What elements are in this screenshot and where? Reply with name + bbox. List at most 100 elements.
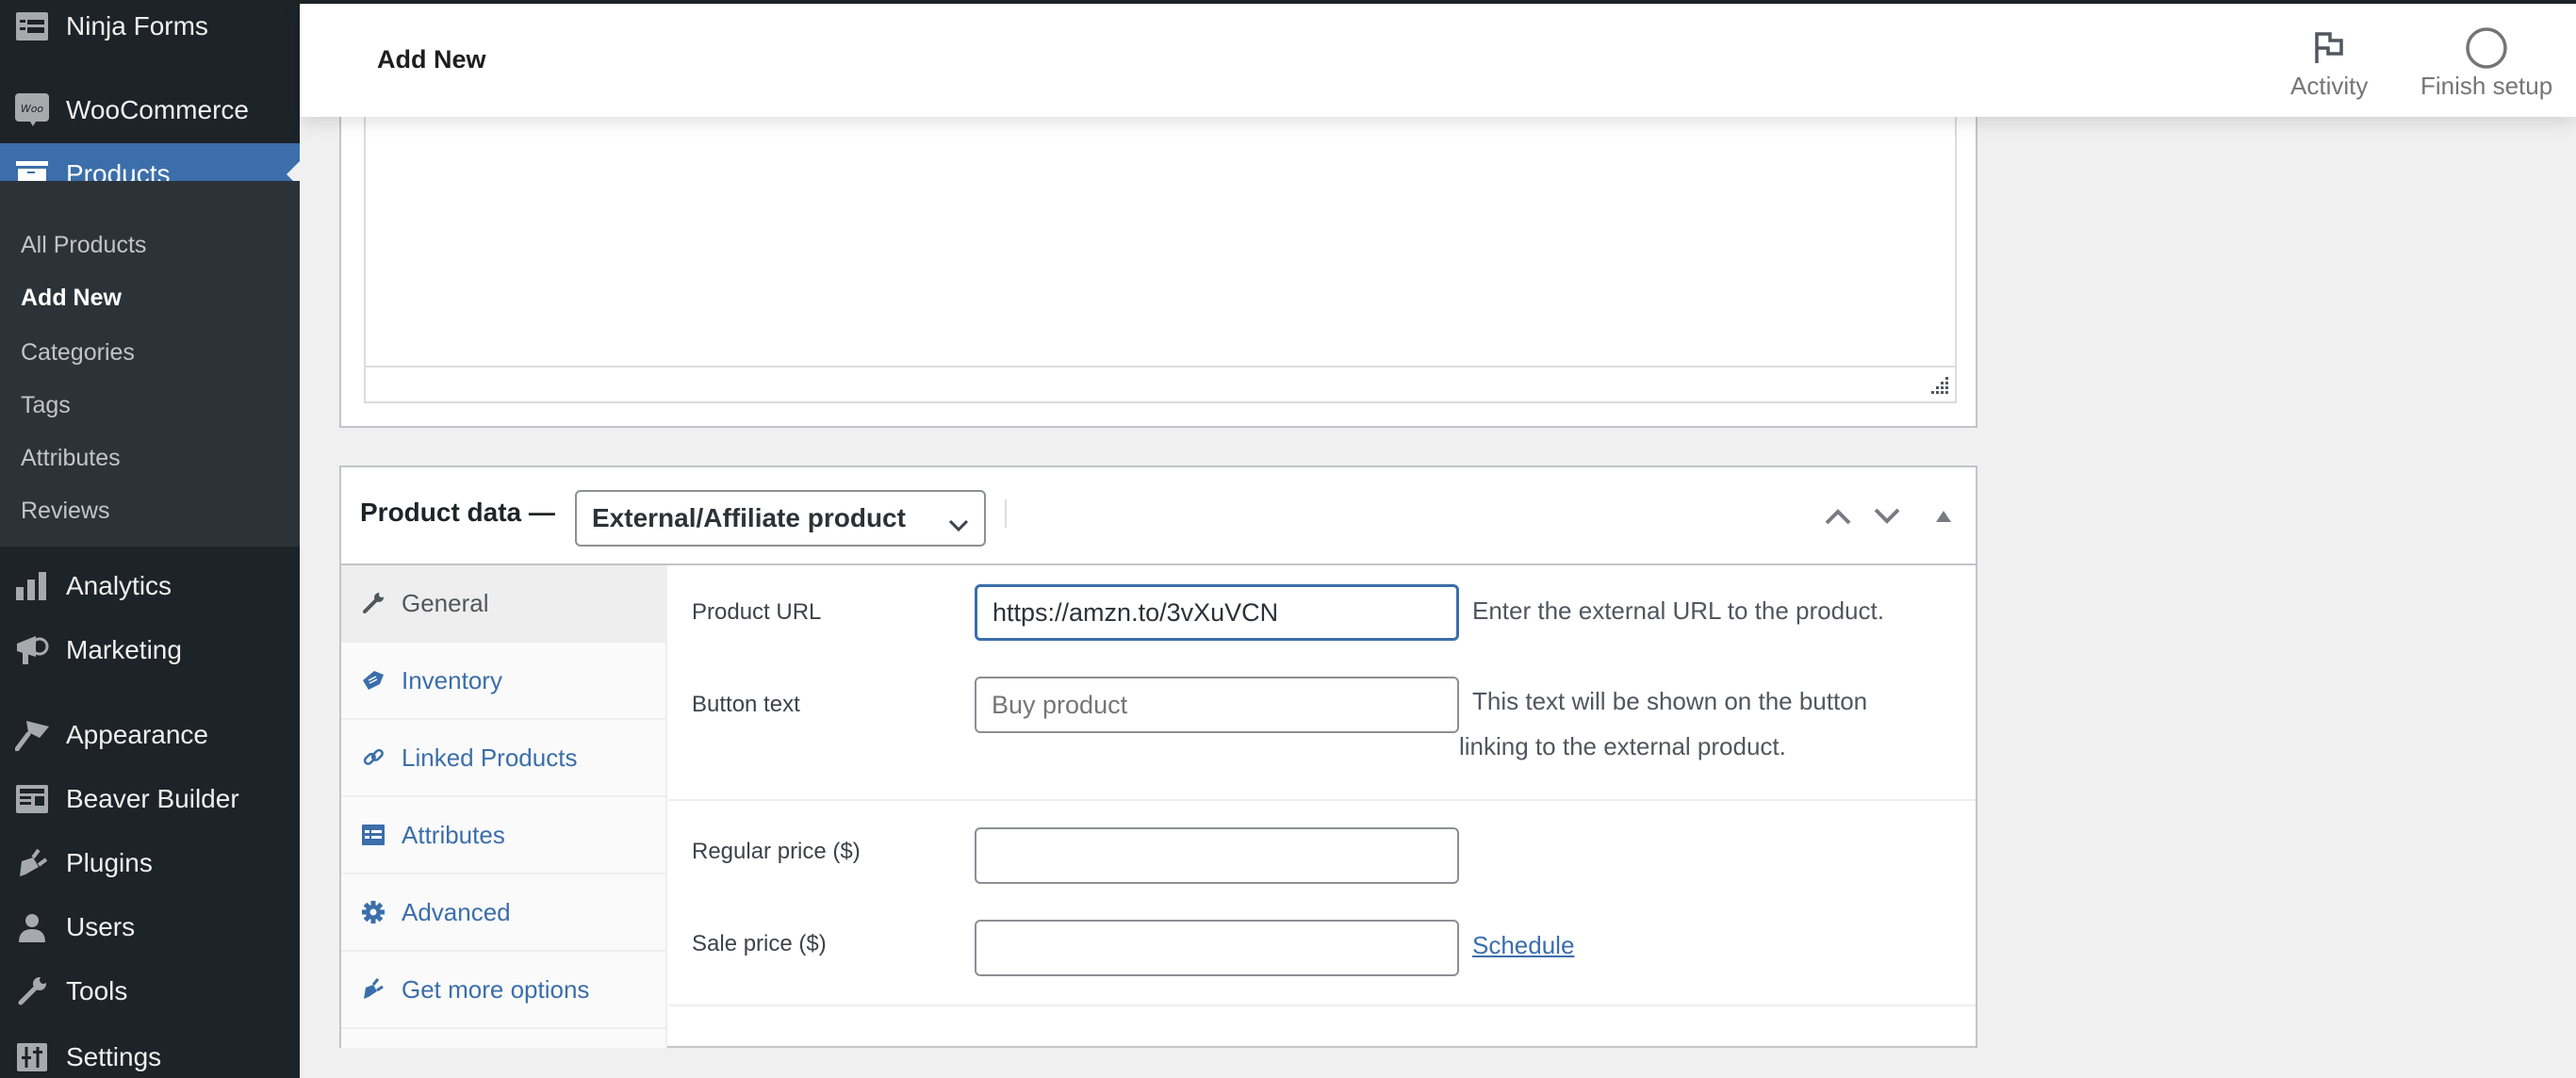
sidebar-item-label: Ninja Forms [66,11,208,41]
wrench-icon [13,972,51,1010]
ninja-forms-icon [13,8,51,45]
sidebar-item-appearance[interactable]: Appearance [0,714,300,756]
svg-text:Woo: Woo [21,103,44,115]
sidebar-item-label: Appearance [66,720,209,749]
sale-price-input[interactable] [975,920,1459,976]
wrench-icon [360,592,386,614]
product-data-panel: Product data — External/Affiliate produc… [339,466,1977,1048]
products-submenu: All Products Add New Categories Tags Att… [0,181,300,547]
tab-label: Linked Products [402,743,578,772]
product-data-header: Product data — External/Affiliate produc… [341,467,1976,565]
product-url-input[interactable]: https://amzn.to/3vXuVCN [975,584,1459,641]
chevron-down-icon [1874,508,1900,530]
sidebar-item-tools[interactable]: Tools [0,971,300,1012]
finish-setup-label: Finish setup [2420,72,2553,100]
description-editor-box [339,94,1977,428]
submenu-all-products[interactable]: All Products [21,232,146,259]
sidebar-item-beaver-builder[interactable]: Beaver Builder [0,778,300,820]
sidebar-item-marketing[interactable]: Marketing [0,629,300,671]
regular-price-input[interactable] [975,827,1459,884]
general-tab-panel: Product URL https://amzn.to/3vXuVCN Ente… [669,565,1976,1048]
button-text-description-line2: linking to the external product. [1459,732,1786,760]
progress-circle-icon [2465,24,2508,72]
sidebar-item-label: Beaver Builder [66,784,239,813]
schedule-link[interactable]: Schedule [1472,931,1574,960]
editor-status-bar [366,366,1955,401]
tab-advanced[interactable]: Advanced [341,874,667,952]
submenu-tags[interactable]: Tags [21,392,71,419]
finish-setup-button[interactable]: Finish setup [2420,24,2552,101]
tab-attributes[interactable]: Attributes [341,797,667,874]
move-down-button[interactable] [1870,501,1904,535]
button-text-placeholder: Buy product [992,690,1128,719]
sidebar-item-label: Plugins [66,848,153,877]
sidebar-item-woocommerce[interactable]: Woo WooCommerce [0,87,300,134]
sale-price-label: Sale price ($) [692,931,827,956]
user-icon [13,908,51,946]
admin-sidebar: Ninja Forms Woo WooCommerce Products All… [0,0,300,1078]
description-textarea[interactable] [364,94,1957,403]
tab-general[interactable]: General [341,565,667,643]
sidebar-item-label: Settings [66,1042,162,1071]
page-header: Add New Activity Finish setup [300,4,2576,117]
tag-icon [360,669,386,692]
submenu-add-new[interactable]: Add New [21,285,122,312]
flag-icon [2313,24,2345,72]
product-data-title: Product data — [360,498,555,527]
chevron-up-icon [1825,508,1851,530]
product-type-value: External/Affiliate product [592,503,906,532]
plug-icon [13,844,51,882]
tab-label: Advanced [402,897,511,926]
tab-linked-products[interactable]: Linked Products [341,720,667,797]
submenu-reviews[interactable]: Reviews [21,498,109,525]
tab-get-more-options[interactable]: Get more options [341,952,667,1029]
link-icon [360,746,386,769]
list-icon [360,825,386,845]
sidebar-item-ninja-forms[interactable]: Ninja Forms [0,6,300,47]
resize-handle-icon[interactable] [1930,377,1949,396]
page-title: Add New [377,45,486,74]
chevron-down-icon [948,509,969,539]
section-divider [669,1004,1976,1006]
megaphone-icon [13,631,51,669]
button-text-description-line1: This text will be shown on the button [1472,687,1868,715]
sidebar-item-settings[interactable]: Settings [0,1037,300,1078]
section-divider [669,799,1976,801]
beaver-builder-icon [13,780,51,818]
sidebar-item-label: Users [66,912,136,941]
tab-label: Get more options [402,974,590,1004]
button-text-input[interactable]: Buy product [975,677,1459,733]
activity-button[interactable]: Activity [2290,24,2368,101]
sidebar-item-users[interactable]: Users [0,906,300,948]
woocommerce-icon: Woo [13,91,51,129]
product-type-select[interactable]: External/Affiliate product [575,490,986,547]
sidebar-item-label: WooCommerce [66,95,249,124]
caret-up-icon [1935,510,1952,528]
analytics-icon [13,567,51,605]
button-text-label: Button text [692,692,800,717]
plug-icon [360,978,386,1001]
sidebar-item-label: Analytics [66,571,172,600]
tab-label: Inventory [402,665,502,694]
move-up-button[interactable] [1821,501,1855,535]
tab-label: Attributes [402,820,505,849]
product-url-description: Enter the external URL to the product. [1472,596,1884,625]
toggle-panel-button[interactable] [1927,501,1961,535]
activity-label: Activity [2290,72,2369,100]
product-url-label: Product URL [692,599,822,625]
tab-label: General [402,588,489,617]
gear-icon [360,901,386,923]
sidebar-item-plugins[interactable]: Plugins [0,842,300,884]
sidebar-item-analytics[interactable]: Analytics [0,565,300,607]
product-url-value: https://amzn.to/3vXuVCN [993,597,1279,627]
tab-inventory[interactable]: Inventory [341,643,667,720]
regular-price-label: Regular price ($) [692,839,861,864]
paintbrush-icon [13,716,51,754]
settings-sliders-icon [13,1038,51,1076]
product-data-tabs: General Inventory Linked Products Attrib… [341,565,667,1048]
sidebar-item-label: Tools [66,976,128,1005]
submenu-categories[interactable]: Categories [21,339,135,367]
header-separator [1005,499,1007,528]
submenu-attributes[interactable]: Attributes [21,445,121,472]
sidebar-item-label: Marketing [66,635,182,664]
